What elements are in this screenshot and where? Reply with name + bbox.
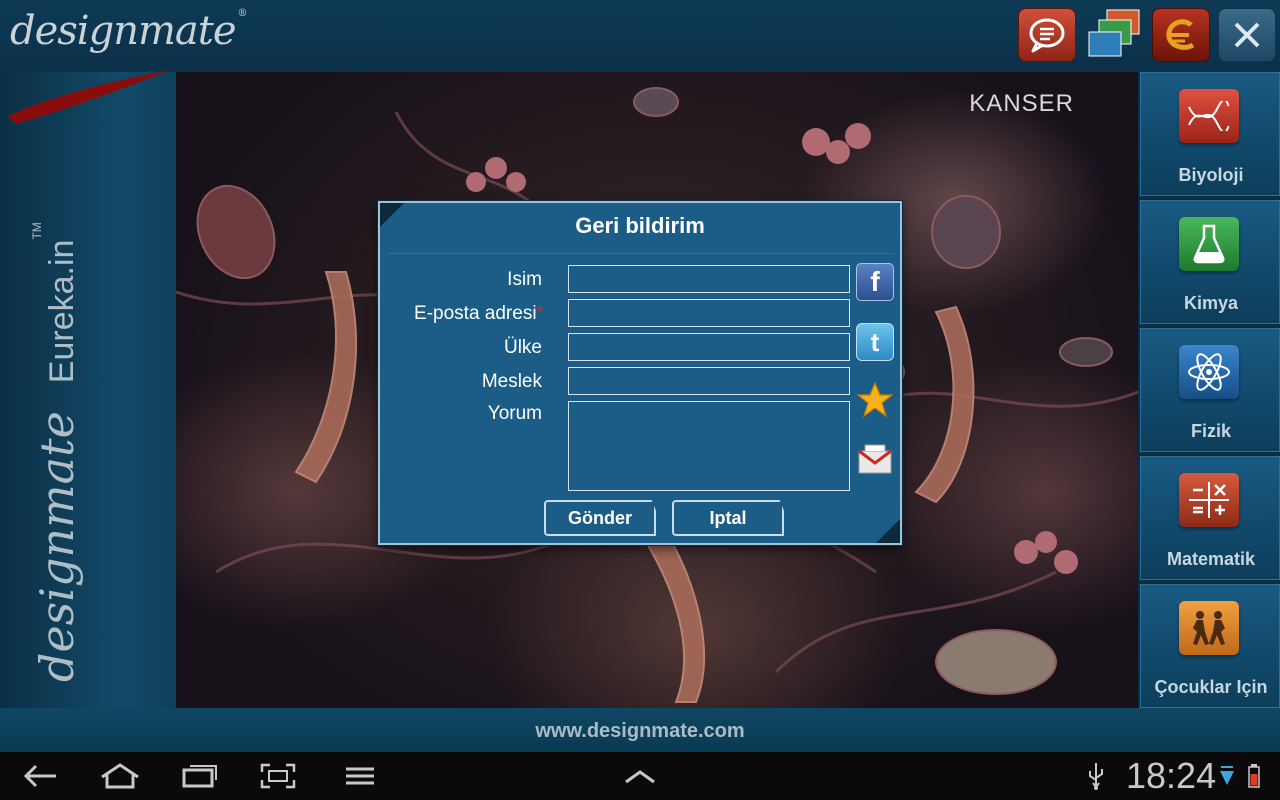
category-fizik[interactable]: Fizik: [1140, 328, 1280, 452]
category-sidebar: Biyoloji Kimya Fizik Matematik Çocuklar …: [1138, 72, 1280, 708]
gmail-icon: [858, 444, 892, 474]
feedback-button[interactable]: [1018, 8, 1076, 62]
usb-icon: [1089, 763, 1103, 790]
children-icon: [1179, 601, 1239, 655]
atom-icon: [1179, 345, 1239, 399]
top-bar: designmate ®: [0, 0, 1280, 72]
category-label: Çocuklar Için: [1154, 677, 1268, 697]
menu-button[interactable]: [338, 760, 382, 792]
name-field[interactable]: [568, 265, 850, 293]
e-logo-icon: [1166, 19, 1195, 50]
dialog-divider: [388, 253, 894, 254]
screenshot-icon: [260, 763, 296, 789]
category-matematik[interactable]: Matematik: [1140, 456, 1280, 580]
category-cocuklar-icin[interactable]: Çocuklar Için: [1140, 584, 1280, 708]
twitter-icon: t: [870, 326, 880, 357]
profession-field[interactable]: [568, 367, 850, 395]
status-clock: 18:24: [1126, 755, 1217, 796]
chat-bubble-icon: [1029, 18, 1065, 53]
category-label: Fizik: [1190, 421, 1231, 441]
left-brand-panel: designmateEureka.inTM: [0, 70, 176, 708]
name-label: Isim: [507, 269, 542, 290]
required-marker: *: [536, 303, 542, 319]
website-url[interactable]: www.designmate.com: [0, 708, 1280, 752]
home-button[interactable]: [98, 760, 142, 792]
category-biyoloji[interactable]: Biyoloji: [1140, 72, 1280, 196]
star-icon: [856, 381, 894, 418]
comment-label: Yorum: [487, 403, 542, 424]
country-field[interactable]: [568, 333, 850, 361]
dialog-corner: [876, 519, 900, 543]
wifi-status: [1218, 760, 1236, 792]
favorite-button[interactable]: [856, 381, 894, 419]
stacked-cards-icon: [1088, 9, 1140, 57]
gallery-button[interactable]: [1086, 8, 1144, 62]
recent-apps-icon: [182, 765, 217, 788]
facebook-share-button[interactable]: f: [856, 263, 894, 301]
send-button[interactable]: Gönder: [544, 500, 656, 536]
comment-field[interactable]: [568, 401, 850, 491]
twitter-share-button[interactable]: t: [856, 323, 894, 361]
cancel-button[interactable]: Iptal: [672, 500, 784, 536]
flask-icon: [1179, 217, 1239, 271]
profession-label: Meslek: [481, 371, 542, 392]
eureka-button[interactable]: [1152, 8, 1210, 62]
category-label: Biyoloji: [1178, 165, 1244, 185]
menu-icon: [346, 767, 374, 785]
app-window: designmate ® designmateEureka.inTM KANSE…: [0, 0, 1280, 800]
email-share-button[interactable]: [856, 439, 894, 477]
wifi-icon: [1220, 766, 1234, 785]
email-label: E-posta adresi*: [414, 303, 542, 324]
recent-apps-button[interactable]: [178, 760, 222, 792]
home-icon: [101, 763, 139, 789]
back-arrow-icon: [23, 764, 56, 788]
feedback-dialog: Geri bildirim Isim E-posta adresi* Ülke …: [378, 201, 902, 545]
battery-status: [1244, 760, 1264, 792]
usb-status: [1076, 760, 1116, 792]
category-kimya[interactable]: Kimya: [1140, 200, 1280, 324]
math-symbols-icon: [1179, 473, 1239, 527]
close-icon: [1234, 22, 1260, 48]
side-brand-text: designmateEureka.inTM: [30, 222, 84, 682]
dialog-title: Geri bildirim: [575, 213, 705, 238]
battery-icon: [1248, 764, 1260, 788]
country-label: Ülke: [503, 337, 542, 358]
facebook-icon: f: [870, 266, 880, 297]
category-label: Kimya: [1183, 293, 1239, 313]
close-button[interactable]: [1218, 8, 1276, 62]
dna-icon: [1179, 89, 1239, 143]
expand-up-button[interactable]: [618, 760, 662, 792]
red-swoosh-decoration: [8, 70, 170, 124]
topic-title: KANSER: [969, 90, 1074, 117]
back-button[interactable]: [18, 760, 62, 792]
email-field[interactable]: [568, 299, 850, 327]
designmate-logo: designmate ®: [10, 8, 248, 54]
chevron-up-icon: [625, 770, 655, 784]
screenshot-button[interactable]: [256, 760, 300, 792]
system-nav-bar: 18:24: [0, 752, 1280, 800]
category-label: Matematik: [1166, 549, 1256, 569]
